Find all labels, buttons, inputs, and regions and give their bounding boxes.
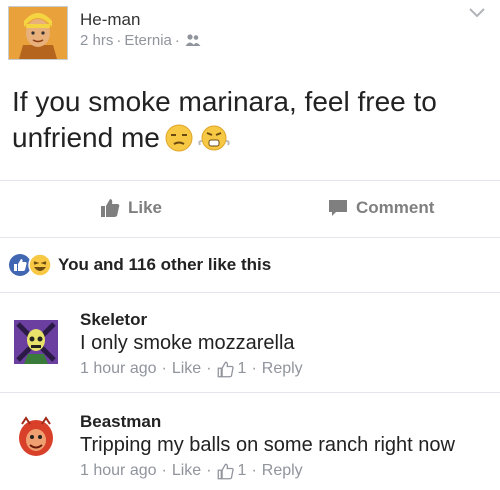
reactions-count-text: You and 116 other like this xyxy=(58,255,272,274)
comment-like-count: 1 xyxy=(237,462,247,479)
comment-time[interactable]: 1 hour ago xyxy=(80,462,157,480)
author-name[interactable]: He-man xyxy=(80,10,140,30)
haha-reaction-icon xyxy=(28,253,52,277)
meta-separator: · xyxy=(161,360,167,377)
thumbs-up-outline-icon xyxy=(217,463,234,479)
post-action-bar: Like Comment xyxy=(0,180,500,238)
comment-like-link[interactable]: Like xyxy=(172,462,201,480)
author-avatar[interactable] xyxy=(8,6,68,60)
comment-time[interactable]: 1 hour ago xyxy=(80,360,157,378)
post-time[interactable]: 2 hrs xyxy=(80,32,113,49)
meta-separator: · xyxy=(206,462,212,479)
comment-reply-link[interactable]: Reply xyxy=(262,360,303,378)
meta-separator: · xyxy=(251,462,257,479)
divider xyxy=(0,392,500,393)
thumbs-up-outline-icon xyxy=(217,361,234,377)
comment-button[interactable]: Comment xyxy=(328,198,434,218)
comment-like-link[interactable]: Like xyxy=(172,360,201,378)
comment-like-count: 1 xyxy=(237,360,247,377)
comment-meta: 1 hour ago · Like · 1 · Reply xyxy=(80,462,303,480)
divider xyxy=(0,292,500,293)
like-button-label: Like xyxy=(128,198,163,217)
post-location[interactable]: Eternia xyxy=(124,32,172,49)
comment-bubble-icon xyxy=(329,200,347,216)
thumbs-up-icon xyxy=(101,199,120,217)
like-button[interactable]: Like xyxy=(100,198,162,218)
comment-button-label: Comment xyxy=(356,198,435,217)
post-meta: 2 hrs · Eternia · xyxy=(80,32,201,51)
comment-author[interactable]: Beastman xyxy=(80,412,161,432)
commenter-avatar[interactable] xyxy=(14,320,58,364)
unamused-face-icon xyxy=(164,123,194,162)
comment-meta: 1 hour ago · Like · 1 · Reply xyxy=(80,360,303,378)
steaming-angry-face-icon xyxy=(198,123,230,162)
friends-audience-icon[interactable] xyxy=(185,33,201,51)
chevron-down-icon[interactable] xyxy=(468,6,486,24)
meta-separator: · xyxy=(206,360,212,377)
post-text: If you smoke marinara, feel free to unfr… xyxy=(12,84,492,162)
comment-text: I only smoke mozzarella xyxy=(80,332,295,354)
facebook-post: He-man 2 hrs · Eternia · If you smoke marin… xyxy=(0,0,500,490)
meta-separator: · xyxy=(161,462,167,479)
comment-author[interactable]: Skeletor xyxy=(80,310,147,330)
meta-separator: · xyxy=(116,32,122,49)
commenter-avatar[interactable] xyxy=(14,414,58,458)
reactions-summary[interactable]: You and 116 other like this xyxy=(8,250,271,280)
comment-text: Tripping my balls on some ranch right no… xyxy=(80,434,455,456)
comment-reply-link[interactable]: Reply xyxy=(262,462,303,480)
meta-separator: · xyxy=(251,360,257,377)
meta-separator: · xyxy=(174,32,180,49)
